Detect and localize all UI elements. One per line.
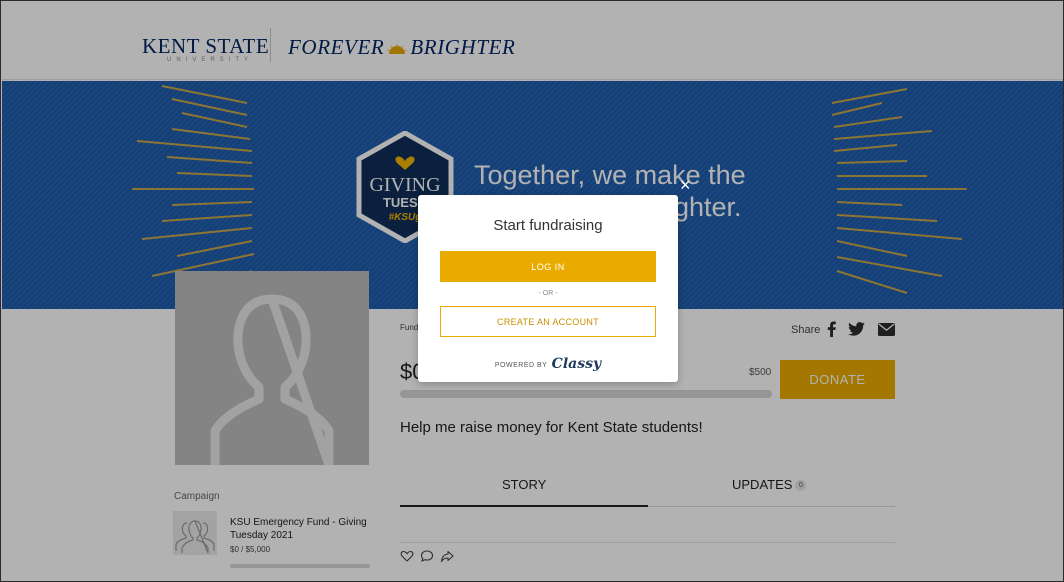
powered-by: POWERED BY Classy <box>418 356 678 372</box>
powered-by-label: POWERED BY <box>494 362 548 369</box>
log-in-button[interactable]: LOG IN <box>440 251 656 282</box>
or-separator: - OR - <box>538 290 558 297</box>
start-fundraising-modal: Start fundraising LOG IN - OR - CREATE A… <box>418 195 678 382</box>
page: KENT STATE UNIVERSITY FOREVER BRIGHTER G… <box>0 0 1064 582</box>
close-icon[interactable]: × <box>680 176 691 194</box>
create-account-button[interactable]: CREATE AN ACCOUNT <box>440 306 656 337</box>
modal-title: Start fundraising <box>493 217 603 234</box>
classy-logo: Classy <box>551 356 602 372</box>
